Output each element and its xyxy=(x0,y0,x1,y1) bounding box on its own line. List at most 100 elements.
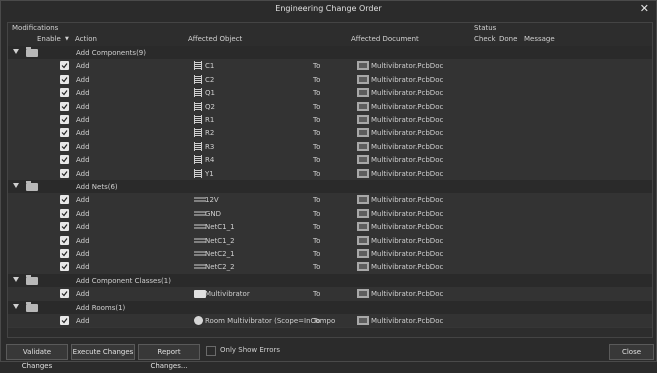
execute-changes-button[interactable]: Execute Changes xyxy=(71,344,135,360)
component-icon xyxy=(194,115,202,124)
expand-toggle-icon[interactable] xyxy=(13,276,19,282)
affected-object-cell: R1 xyxy=(205,116,215,124)
table-row[interactable]: Add R3 To Multivibrator.PcbDoc xyxy=(8,139,652,155)
table-row[interactable]: Add Multivibrator To Multivibrator.PcbDoc xyxy=(8,287,652,302)
enable-checkbox[interactable] xyxy=(60,208,69,218)
dialog-footer: Validate Changes Execute Changes Report … xyxy=(1,341,656,370)
done-header[interactable]: Done xyxy=(499,35,517,43)
affected-document-cell: Multivibrator.PcbDoc xyxy=(371,102,444,111)
affected-object-header[interactable]: Affected Object xyxy=(188,35,242,43)
table-row[interactable]: Add Q2 To Multivibrator.PcbDoc xyxy=(8,99,652,114)
expand-toggle-icon[interactable] xyxy=(13,183,19,188)
enable-checkbox[interactable] xyxy=(60,289,69,299)
changes-table: Modifications Status Enable ▼ Action Aff… xyxy=(7,22,653,338)
enable-checkbox[interactable] xyxy=(60,61,69,71)
group-row[interactable]: Add Nets(6) xyxy=(8,180,652,195)
action-cell: Add xyxy=(76,250,90,258)
title-bar: Engineering Change Order ✕ xyxy=(1,1,656,18)
folder-icon xyxy=(26,47,38,57)
enable-header[interactable]: Enable xyxy=(37,35,61,43)
enable-checkbox[interactable] xyxy=(60,155,69,165)
table-row[interactable]: Add NetC2_2 To Multivibrator.PcbDoc xyxy=(8,260,652,275)
table-row[interactable]: Add Q1 To Multivibrator.PcbDoc xyxy=(8,86,652,101)
validate-changes-button[interactable]: Validate Changes xyxy=(6,344,68,370)
affected-document-cell: Multivibrator.PcbDoc xyxy=(371,129,444,138)
group-row[interactable]: Add Rooms(1) xyxy=(8,300,652,315)
affected-document-cell: Multivibrator.PcbDoc xyxy=(371,209,444,218)
table-row[interactable]: Add NetC2_1 To Multivibrator.PcbDoc xyxy=(8,247,652,262)
affected-object-cell: NetC1_2 xyxy=(205,236,235,245)
table-row[interactable]: Add Y1 To Multivibrator.PcbDoc xyxy=(8,166,652,181)
affected-document-header[interactable]: Affected Document xyxy=(351,35,419,43)
affected-document-cell: Multivibrator.PcbDoc xyxy=(371,116,444,124)
enable-checkbox[interactable] xyxy=(60,262,69,272)
affected-document-cell: Multivibrator.PcbDoc xyxy=(371,89,444,98)
group-label: Add Rooms(1) xyxy=(76,303,126,312)
action-cell: Add xyxy=(76,75,90,84)
to-cell: To xyxy=(313,89,321,98)
to-cell: To xyxy=(313,129,321,138)
table-row[interactable]: Add R2 To Multivibrator.PcbDoc xyxy=(8,126,652,141)
table-row[interactable]: Add R1 To Multivibrator.PcbDoc xyxy=(8,113,652,128)
action-header[interactable]: Action xyxy=(75,35,97,43)
folder-icon xyxy=(26,301,38,312)
affected-object-cell: NetC1_1 xyxy=(205,223,235,232)
group-row[interactable]: Add Component Classes(1) xyxy=(8,273,652,289)
enable-checkbox[interactable] xyxy=(60,195,69,205)
pcb-document-icon xyxy=(357,88,369,98)
pcb-document-icon xyxy=(357,155,369,165)
to-cell: To xyxy=(313,102,321,111)
table-row[interactable]: Add NetC1_1 To Multivibrator.PcbDoc xyxy=(8,220,652,235)
table-row[interactable]: Add NetC1_2 To Multivibrator.PcbDoc xyxy=(8,233,652,248)
table-row[interactable]: Add Room Multivibrator (Scope=InCompo To Mu… xyxy=(8,314,652,329)
enable-checkbox[interactable] xyxy=(60,235,69,245)
check-header[interactable]: Check xyxy=(474,35,496,43)
action-cell: Add xyxy=(76,116,90,124)
affected-object-cell: C1 xyxy=(205,62,215,71)
pcb-document-icon xyxy=(357,316,369,325)
table-row[interactable]: Add R4 To Multivibrator.PcbDoc xyxy=(8,153,652,168)
component-icon xyxy=(194,141,202,151)
component-icon xyxy=(194,74,202,84)
component-icon xyxy=(194,101,202,111)
expand-toggle-icon[interactable] xyxy=(13,303,19,309)
close-button[interactable]: Close xyxy=(609,344,654,360)
to-cell: To xyxy=(313,290,321,299)
expand-toggle-icon[interactable] xyxy=(13,49,19,54)
enable-checkbox[interactable] xyxy=(60,74,69,84)
report-changes-button[interactable]: Report Changes... xyxy=(138,344,200,370)
enable-checkbox[interactable] xyxy=(60,128,69,138)
affected-document-cell: Multivibrator.PcbDoc xyxy=(371,169,444,178)
enable-checkbox[interactable] xyxy=(60,101,69,111)
affected-document-cell: Multivibrator.PcbDoc xyxy=(371,317,444,325)
table-row[interactable]: Add 12V To Multivibrator.PcbDoc xyxy=(8,193,652,208)
enable-checkbox[interactable] xyxy=(60,141,69,151)
enable-checkbox[interactable] xyxy=(60,88,69,98)
enable-checkbox[interactable] xyxy=(60,168,69,178)
enable-checkbox[interactable] xyxy=(60,249,69,258)
pcb-document-icon xyxy=(357,101,369,111)
enable-checkbox[interactable] xyxy=(60,316,69,325)
table-row[interactable]: Add C1 To Multivibrator.PcbDoc xyxy=(8,59,652,74)
only-show-errors-checkbox[interactable] xyxy=(206,346,216,356)
component-icon xyxy=(194,128,202,138)
table-row[interactable]: Add GND To Multivibrator.PcbDoc xyxy=(8,206,652,222)
affected-document-cell: Multivibrator.PcbDoc xyxy=(371,250,444,258)
pcb-document-icon xyxy=(357,249,369,258)
room-icon xyxy=(194,316,203,325)
affected-object-cell: NetC2_1 xyxy=(205,250,235,258)
table-column-header: Enable ▼ Action Affected Object Affected… xyxy=(8,34,652,45)
folder-icon xyxy=(26,274,38,285)
folder-icon xyxy=(26,181,38,191)
message-header[interactable]: Message xyxy=(524,35,555,43)
affected-object-cell: R4 xyxy=(205,156,215,165)
affected-document-cell: Multivibrator.PcbDoc xyxy=(371,75,444,84)
table-row[interactable]: Add C2 To Multivibrator.PcbDoc xyxy=(8,72,652,88)
pcb-document-icon xyxy=(357,289,369,299)
close-icon[interactable]: ✕ xyxy=(640,2,649,15)
sort-down-icon[interactable]: ▼ xyxy=(65,36,69,42)
group-row[interactable]: Add Components(9) xyxy=(8,46,652,61)
enable-checkbox[interactable] xyxy=(60,222,69,232)
enable-checkbox[interactable] xyxy=(60,115,69,124)
to-cell: To xyxy=(313,317,321,325)
